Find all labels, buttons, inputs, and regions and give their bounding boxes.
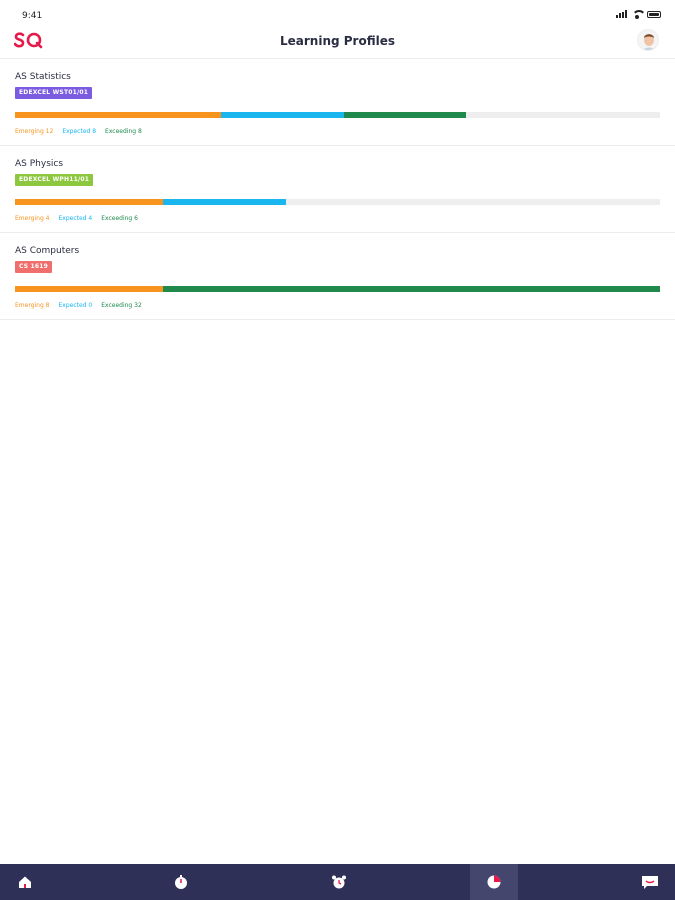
cellular-signal-icon	[616, 10, 627, 18]
progress-bar	[15, 286, 660, 292]
exam-code-badge: CS 1619	[15, 261, 53, 273]
profile-name: AS Physics	[15, 159, 64, 169]
user-avatar[interactable]	[637, 29, 659, 51]
progress-bar	[15, 112, 660, 118]
learning-profiles-list: AS Statistics EDEXCEL WST01/01 Emerging …	[0, 58, 675, 320]
exam-code-badge: EDEXCEL WPH11/01	[15, 174, 94, 186]
emerging-segment	[15, 112, 222, 118]
profile-name: AS Statistics	[15, 72, 71, 82]
progress-legend: Emerging 8 Expected 0 Exceeding 32	[15, 302, 142, 309]
progress-legend: Emerging 4 Expected 4 Exceeding 6	[15, 215, 138, 222]
tab-home[interactable]	[1, 864, 49, 900]
legend-expected: Expected 8	[62, 128, 97, 135]
wifi-icon	[632, 10, 646, 19]
home-icon	[19, 876, 31, 888]
tab-reminders[interactable]	[315, 864, 363, 900]
legend-expected: Expected 0	[58, 302, 93, 309]
tab-messages[interactable]	[626, 864, 674, 900]
stopwatch-icon	[175, 875, 187, 889]
status-bar: 9:41	[0, 0, 675, 26]
legend-emerging: Emerging 12	[15, 128, 54, 135]
battery-icon	[647, 10, 661, 18]
profile-name: AS Computers	[15, 246, 80, 256]
exam-code-badge: EDEXCEL WST01/01	[15, 87, 93, 99]
legend-exceeding: Exceeding 8	[105, 128, 142, 135]
legend-exceeding: Exceeding 6	[101, 215, 138, 222]
pie-chart-icon	[487, 875, 501, 889]
alarm-clock-icon	[332, 875, 346, 889]
profile-card-as-physics[interactable]: AS Physics EDEXCEL WPH11/01 Emerging 4 E…	[0, 146, 675, 233]
status-icons	[616, 10, 661, 19]
legend-emerging: Emerging 8	[15, 302, 50, 309]
bottom-tab-bar	[0, 864, 675, 900]
expected-segment	[221, 112, 344, 118]
profile-card-as-statistics[interactable]: AS Statistics EDEXCEL WST01/01 Emerging …	[0, 59, 675, 146]
navigation-bar: Learning Profiles	[0, 26, 675, 58]
tab-timer[interactable]	[157, 864, 205, 900]
exceeding-segment	[163, 286, 660, 292]
status-time: 9:41	[22, 11, 43, 21]
progress-legend: Emerging 12 Expected 8 Exceeding 8	[15, 128, 142, 135]
emerging-segment	[15, 286, 164, 292]
tab-learning-profiles[interactable]	[470, 864, 518, 900]
profile-card-as-computers[interactable]: AS Computers CS 1619 Emerging 8 Expected…	[0, 233, 675, 320]
legend-emerging: Emerging 4	[15, 215, 50, 222]
page-title: Learning Profiles	[279, 34, 395, 48]
expected-segment	[163, 199, 286, 205]
exceeding-segment	[343, 112, 467, 118]
emerging-segment	[15, 199, 164, 205]
legend-exceeding: Exceeding 32	[101, 302, 142, 309]
progress-bar	[15, 199, 660, 205]
legend-expected: Expected 4	[58, 215, 93, 222]
chat-icon	[642, 876, 658, 889]
